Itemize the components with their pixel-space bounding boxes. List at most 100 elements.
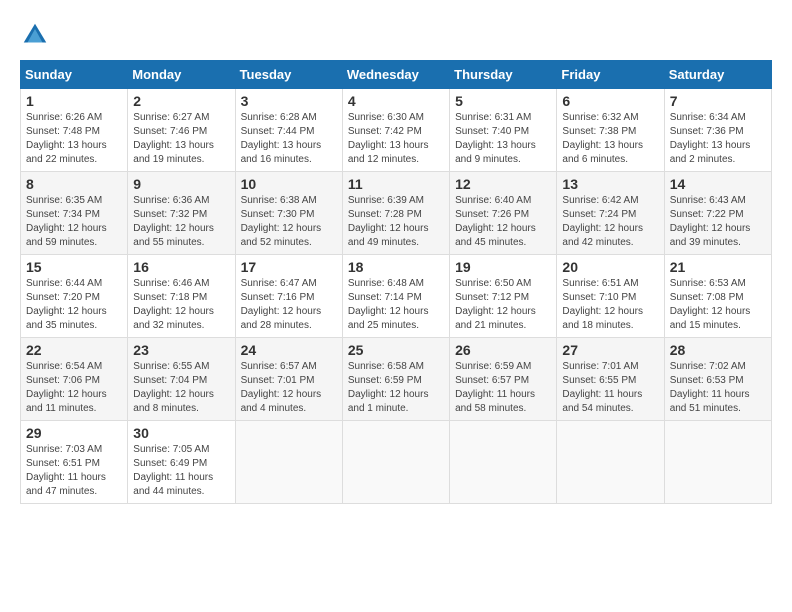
calendar-day-cell: 22 Sunrise: 6:54 AMSunset: 7:06 PMDayligh… <box>21 338 128 421</box>
logo <box>20 20 54 50</box>
page-header <box>20 20 772 50</box>
calendar-day-cell: 14 Sunrise: 6:43 AMSunset: 7:22 PMDayligh… <box>664 172 771 255</box>
calendar-day-cell: 23 Sunrise: 6:55 AMSunset: 7:04 PMDayligh… <box>128 338 235 421</box>
day-detail: Sunrise: 6:51 AMSunset: 7:10 PMDaylight:… <box>562 277 658 333</box>
day-number: 6 <box>562 93 658 109</box>
calendar-week-row: 1 Sunrise: 6:26 AMSunset: 7:48 PMDaylight… <box>21 89 772 172</box>
day-detail: Sunrise: 6:35 AMSunset: 7:34 PMDaylight:… <box>26 194 122 250</box>
day-number: 28 <box>670 342 766 358</box>
calendar-day-cell: 5 Sunrise: 6:31 AMSunset: 7:40 PMDaylight… <box>450 89 557 172</box>
calendar-day-cell: 15Sunrise: 6:44 AMSunset: 7:20 PMDayligh… <box>21 255 128 338</box>
day-number: 18 <box>348 259 444 275</box>
calendar-day-cell: 13Sunrise: 6:42 AMSunset: 7:24 PMDayligh… <box>557 172 664 255</box>
calendar-table: SundayMondayTuesdayWednesdayThursdayFrid… <box>20 60 772 504</box>
calendar-day-header: Sunday <box>21 61 128 89</box>
calendar-day-cell: 6 Sunrise: 6:32 AMSunset: 7:38 PMDaylight… <box>557 89 664 172</box>
day-detail: Sunrise: 6:26 AMSunset: 7:48 PMDaylight:… <box>26 111 122 167</box>
day-detail: Sunrise: 6:38 AMSunset: 7:30 PMDaylight:… <box>241 194 337 250</box>
calendar-day-cell: 10 Sunrise: 6:38 AMSunset: 7:30 PMDayligh… <box>235 172 342 255</box>
calendar-day-cell: 8Sunrise: 6:35 AMSunset: 7:34 PMDaylight… <box>21 172 128 255</box>
calendar-day-cell: 26 Sunrise: 6:59 AMSunset: 6:57 PMDayligh… <box>450 338 557 421</box>
day-detail: Sunrise: 6:40 AMSunset: 7:26 PMDaylight:… <box>455 194 551 250</box>
day-detail: Sunrise: 6:48 AMSunset: 7:14 PMDaylight:… <box>348 277 444 333</box>
calendar-day-cell: 24 Sunrise: 6:57 AMSunset: 7:01 PMDayligh… <box>235 338 342 421</box>
day-number: 22 <box>26 342 122 358</box>
day-detail: Sunrise: 6:47 AMSunset: 7:16 PMDaylight:… <box>241 277 337 333</box>
day-detail: Sunrise: 6:59 AMSunset: 6:57 PMDaylight:… <box>455 360 551 416</box>
calendar-day-header: Thursday <box>450 61 557 89</box>
calendar-day-cell: 19Sunrise: 6:50 AMSunset: 7:12 PMDayligh… <box>450 255 557 338</box>
day-detail: Sunrise: 7:05 AMSunset: 6:49 PMDaylight:… <box>133 443 229 499</box>
calendar-day-header: Wednesday <box>342 61 449 89</box>
day-number: 24 <box>241 342 337 358</box>
day-detail: Sunrise: 6:46 AMSunset: 7:18 PMDaylight:… <box>133 277 229 333</box>
day-detail: Sunrise: 6:36 AMSunset: 7:32 PMDaylight:… <box>133 194 229 250</box>
day-number: 1 <box>26 93 122 109</box>
calendar-week-row: 22 Sunrise: 6:54 AMSunset: 7:06 PMDayligh… <box>21 338 772 421</box>
day-detail: Sunrise: 6:58 AMSunset: 6:59 PMDaylight:… <box>348 360 444 416</box>
day-number: 25 <box>348 342 444 358</box>
calendar-day-cell: 3 Sunrise: 6:28 AMSunset: 7:44 PMDaylight… <box>235 89 342 172</box>
day-number: 29 <box>26 425 122 441</box>
day-number: 9 <box>133 176 229 192</box>
day-detail: Sunrise: 6:54 AMSunset: 7:06 PMDaylight:… <box>26 360 122 416</box>
calendar-day-cell: 9 Sunrise: 6:36 AMSunset: 7:32 PMDaylight… <box>128 172 235 255</box>
day-detail: Sunrise: 6:55 AMSunset: 7:04 PMDaylight:… <box>133 360 229 416</box>
day-detail: Sunrise: 6:57 AMSunset: 7:01 PMDaylight:… <box>241 360 337 416</box>
day-number: 23 <box>133 342 229 358</box>
calendar-day-cell: 7 Sunrise: 6:34 AMSunset: 7:36 PMDaylight… <box>664 89 771 172</box>
calendar-day-cell <box>235 421 342 504</box>
day-detail: Sunrise: 6:53 AMSunset: 7:08 PMDaylight:… <box>670 277 766 333</box>
day-number: 26 <box>455 342 551 358</box>
calendar-day-cell: 11Sunrise: 6:39 AMSunset: 7:28 PMDayligh… <box>342 172 449 255</box>
day-number: 10 <box>241 176 337 192</box>
calendar-day-cell <box>557 421 664 504</box>
calendar-day-header: Saturday <box>664 61 771 89</box>
calendar-day-header: Monday <box>128 61 235 89</box>
calendar-day-cell: 21 Sunrise: 6:53 AMSunset: 7:08 PMDayligh… <box>664 255 771 338</box>
calendar-day-cell: 17 Sunrise: 6:47 AMSunset: 7:16 PMDayligh… <box>235 255 342 338</box>
calendar-header-row: SundayMondayTuesdayWednesdayThursdayFrid… <box>21 61 772 89</box>
calendar-week-row: 8Sunrise: 6:35 AMSunset: 7:34 PMDaylight… <box>21 172 772 255</box>
day-detail: Sunrise: 6:30 AMSunset: 7:42 PMDaylight:… <box>348 111 444 167</box>
day-detail: Sunrise: 7:01 AMSunset: 6:55 PMDaylight:… <box>562 360 658 416</box>
day-detail: Sunrise: 6:44 AMSunset: 7:20 PMDaylight:… <box>26 277 122 333</box>
day-detail: Sunrise: 6:32 AMSunset: 7:38 PMDaylight:… <box>562 111 658 167</box>
calendar-day-cell: 12 Sunrise: 6:40 AMSunset: 7:26 PMDayligh… <box>450 172 557 255</box>
day-number: 12 <box>455 176 551 192</box>
calendar-week-row: 29 Sunrise: 7:03 AMSunset: 6:51 PMDayligh… <box>21 421 772 504</box>
day-number: 2 <box>133 93 229 109</box>
calendar-week-row: 15Sunrise: 6:44 AMSunset: 7:20 PMDayligh… <box>21 255 772 338</box>
day-number: 5 <box>455 93 551 109</box>
day-number: 30 <box>133 425 229 441</box>
calendar-day-cell: 4Sunrise: 6:30 AMSunset: 7:42 PMDaylight… <box>342 89 449 172</box>
calendar-day-header: Friday <box>557 61 664 89</box>
day-number: 17 <box>241 259 337 275</box>
calendar-day-cell <box>664 421 771 504</box>
logo-icon <box>20 20 50 50</box>
calendar-day-cell: 25 Sunrise: 6:58 AMSunset: 6:59 PMDayligh… <box>342 338 449 421</box>
day-number: 21 <box>670 259 766 275</box>
calendar-day-cell: 29 Sunrise: 7:03 AMSunset: 6:51 PMDayligh… <box>21 421 128 504</box>
calendar-day-cell: 18 Sunrise: 6:48 AMSunset: 7:14 PMDayligh… <box>342 255 449 338</box>
calendar-day-cell: 2 Sunrise: 6:27 AMSunset: 7:46 PMDaylight… <box>128 89 235 172</box>
day-detail: Sunrise: 6:43 AMSunset: 7:22 PMDaylight:… <box>670 194 766 250</box>
calendar-day-cell: 30 Sunrise: 7:05 AMSunset: 6:49 PMDayligh… <box>128 421 235 504</box>
day-detail: Sunrise: 6:34 AMSunset: 7:36 PMDaylight:… <box>670 111 766 167</box>
day-detail: Sunrise: 6:31 AMSunset: 7:40 PMDaylight:… <box>455 111 551 167</box>
day-number: 7 <box>670 93 766 109</box>
calendar-day-cell <box>450 421 557 504</box>
day-number: 19 <box>455 259 551 275</box>
day-number: 16 <box>133 259 229 275</box>
day-number: 3 <box>241 93 337 109</box>
day-number: 14 <box>670 176 766 192</box>
day-detail: Sunrise: 6:27 AMSunset: 7:46 PMDaylight:… <box>133 111 229 167</box>
day-number: 27 <box>562 342 658 358</box>
day-detail: Sunrise: 6:28 AMSunset: 7:44 PMDaylight:… <box>241 111 337 167</box>
day-number: 20 <box>562 259 658 275</box>
calendar-day-cell <box>342 421 449 504</box>
day-detail: Sunrise: 6:39 AMSunset: 7:28 PMDaylight:… <box>348 194 444 250</box>
day-detail: Sunrise: 7:03 AMSunset: 6:51 PMDaylight:… <box>26 443 122 499</box>
calendar-day-cell: 28 Sunrise: 7:02 AMSunset: 6:53 PMDayligh… <box>664 338 771 421</box>
day-detail: Sunrise: 7:02 AMSunset: 6:53 PMDaylight:… <box>670 360 766 416</box>
